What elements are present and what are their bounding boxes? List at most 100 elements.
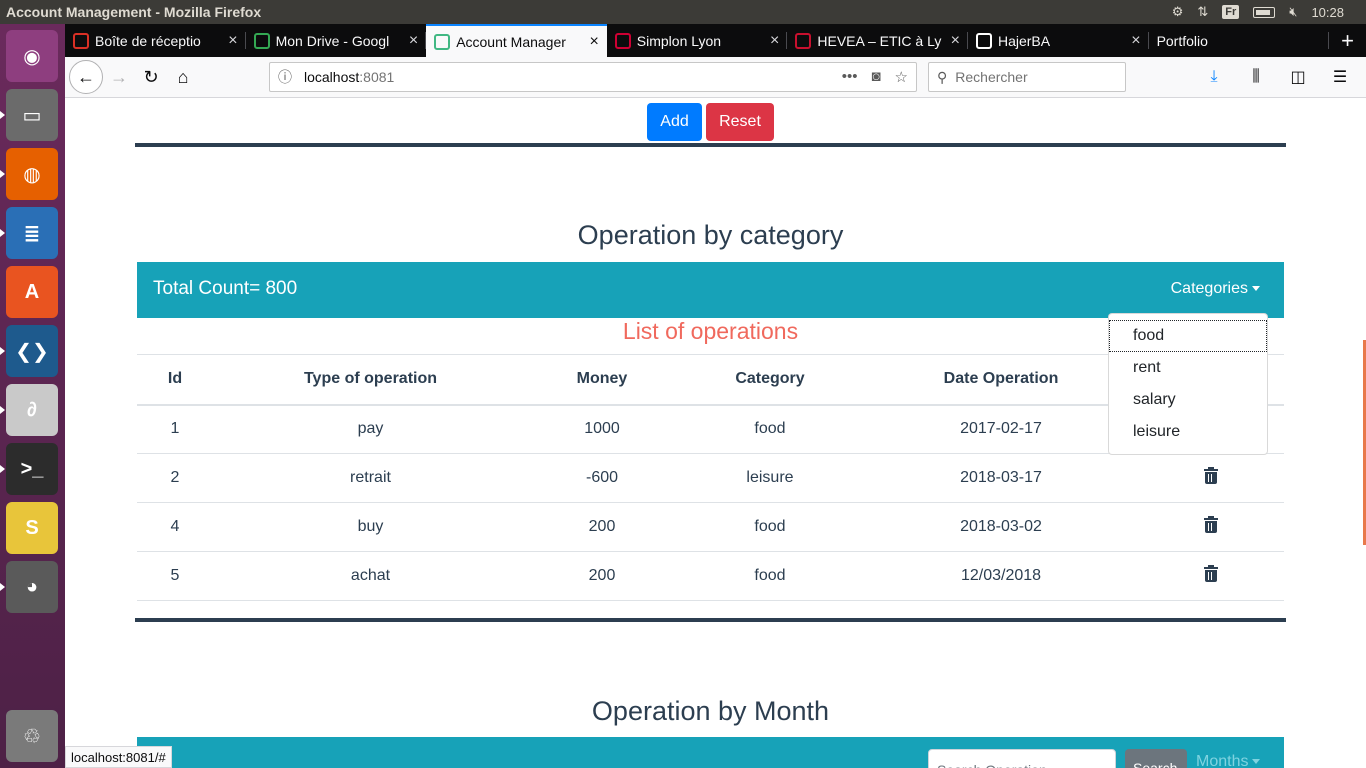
page-actions-icon[interactable]: ••• xyxy=(842,68,858,86)
browser-nav-bar: ← → ↻ ⌂ ⓘ localhost:8081 ••• ◙ ☆ ⚲ Reche… xyxy=(65,57,1366,98)
table-row: 4 buy 200 food 2018-03-02 xyxy=(137,502,1284,552)
browser-tab[interactable]: Portfolio xyxy=(1149,24,1330,57)
month-header-bar: Search Operation Search Months xyxy=(137,737,1284,768)
google-drive-icon xyxy=(253,32,270,49)
clock[interactable]: 10:28 xyxy=(1311,5,1344,20)
vue-icon xyxy=(434,33,451,50)
categories-label: Categories xyxy=(1170,280,1248,297)
categories-dropdown-toggle[interactable]: Categories xyxy=(1171,280,1260,298)
tab-label: Mon Drive - Googl xyxy=(275,32,390,49)
hevea-icon xyxy=(795,32,812,49)
keyboard-layout-indicator[interactable]: Fr xyxy=(1222,5,1240,19)
search-bar[interactable]: ⚲ Rechercher xyxy=(928,62,1126,92)
cell-category: food xyxy=(676,551,864,601)
cell-id: 5 xyxy=(137,551,213,601)
cell-date: 2017-02-17 xyxy=(864,404,1138,454)
browser-tab[interactable]: Boîte de réceptio × xyxy=(65,24,246,57)
browser-tab[interactable]: HEVEA – ETIC à Ly × xyxy=(787,24,968,57)
cell-money: 1000 xyxy=(528,404,676,454)
cell-category: leisure xyxy=(676,453,864,503)
cell-type: pay xyxy=(213,404,528,454)
dropdown-item-rent[interactable]: rent xyxy=(1109,352,1267,384)
pocket-icon[interactable]: ◙ xyxy=(871,68,880,86)
categories-dropdown-menu: food rent salary leisure xyxy=(1108,313,1268,455)
close-tab-icon[interactable]: × xyxy=(589,33,598,51)
battery-icon[interactable] xyxy=(1253,6,1276,18)
months-dropdown-toggle[interactable]: Months xyxy=(1196,753,1261,768)
search-button[interactable]: Search xyxy=(1125,749,1187,768)
network-icon[interactable]: ⇅ xyxy=(1197,4,1208,20)
software-center-icon[interactable]: A xyxy=(6,266,58,318)
cell-date: 2018-03-17 xyxy=(864,453,1138,503)
cell-money: 200 xyxy=(528,551,676,601)
site-info-icon[interactable]: ⓘ xyxy=(278,67,292,87)
gimp-icon[interactable]: ◕ xyxy=(0,561,58,613)
browser-tab-strip: Boîte de réceptio × Mon Drive - Googl × Acco… xyxy=(65,24,1366,57)
vscode-icon[interactable]: ❮❯ xyxy=(0,325,58,377)
close-tab-icon[interactable]: × xyxy=(1131,32,1140,50)
add-button[interactable]: Add xyxy=(647,103,702,141)
tab-label: HEVEA – ETIC à Ly xyxy=(817,32,942,49)
simplon-icon xyxy=(614,32,631,49)
menu-hamburger-icon[interactable]: ☰ xyxy=(1324,61,1356,93)
tab-label: Simplon Lyon xyxy=(636,32,722,49)
browser-tab[interactable]: Mon Drive - Googl × xyxy=(246,24,427,57)
cell-id: 4 xyxy=(137,502,213,552)
downloads-icon[interactable]: ⤓ xyxy=(1198,61,1230,93)
firefox-icon[interactable]: ◍ xyxy=(0,148,58,200)
delete-trash-icon[interactable] xyxy=(1204,515,1218,533)
cell-category: food xyxy=(676,502,864,552)
cell-id: 1 xyxy=(137,404,213,454)
column-header: Id xyxy=(137,354,213,406)
system-top-bar: Account Management - Mozilla Firefox ⚙ ⇅… xyxy=(0,0,1366,24)
cell-type: achat xyxy=(213,551,528,601)
tab-label: Account Manager xyxy=(456,33,566,50)
home-button[interactable]: ⌂ xyxy=(167,61,199,93)
files-icon[interactable]: ▭ xyxy=(0,89,58,141)
window-title: Account Management - Mozilla Firefox xyxy=(6,4,262,20)
close-tab-icon[interactable]: × xyxy=(770,32,779,50)
close-tab-icon[interactable]: × xyxy=(951,32,960,50)
pdf-reader-icon[interactable]: ∂ xyxy=(0,384,58,436)
cell-actions xyxy=(1138,453,1284,503)
dropdown-item-leisure[interactable]: leisure xyxy=(1109,416,1267,448)
forward-button[interactable]: → xyxy=(103,61,135,93)
close-tab-icon[interactable]: × xyxy=(409,32,418,50)
volume-muted-icon[interactable]: 🔇︎ xyxy=(1289,4,1297,20)
close-tab-icon[interactable]: × xyxy=(228,32,237,50)
terminal-icon[interactable]: >_ xyxy=(0,443,58,495)
column-header: Date Operation xyxy=(864,354,1138,406)
bookmark-star-icon[interactable]: ☆ xyxy=(895,68,908,86)
delete-trash-icon[interactable] xyxy=(1204,466,1218,484)
table-row: 5 achat 200 food 12/03/2018 xyxy=(137,551,1284,601)
browser-tab[interactable]: HajerBA × xyxy=(968,24,1149,57)
unity-launcher: ◉ ▭ ◍ ≣ A ❮❯ ∂ >_ S ◕ ♲ xyxy=(0,24,65,768)
search-operation-input[interactable]: Search Operation xyxy=(928,749,1116,768)
back-button[interactable]: ← xyxy=(69,60,103,94)
browser-tab[interactable]: Account Manager × xyxy=(426,24,607,57)
delete-trash-icon[interactable] xyxy=(1204,564,1218,582)
new-tab-button[interactable]: + xyxy=(1329,24,1366,57)
libreoffice-writer-icon[interactable]: ≣ xyxy=(0,207,58,259)
sidebar-icon[interactable]: ◫ xyxy=(1282,61,1314,93)
cell-money: -600 xyxy=(528,453,676,503)
month-section-title: Operation by Month xyxy=(591,696,830,726)
url-bar[interactable]: ⓘ localhost:8081 ••• ◙ ☆ xyxy=(269,62,917,92)
slack-icon[interactable]: S xyxy=(6,502,58,554)
reset-button[interactable]: Reset xyxy=(706,103,774,141)
reload-button[interactable]: ↻ xyxy=(135,61,167,93)
cell-type: retrait xyxy=(213,453,528,503)
months-label: Months xyxy=(1196,753,1249,768)
browser-tab[interactable]: Simplon Lyon × xyxy=(607,24,788,57)
column-header: Category xyxy=(676,354,864,406)
trash-icon[interactable]: ♲ xyxy=(6,710,58,762)
url-host: localhost xyxy=(304,69,360,85)
ubuntu-dash-icon[interactable]: ◉ xyxy=(6,30,58,82)
dropdown-item-salary[interactable]: salary xyxy=(1109,384,1267,416)
library-icon[interactable]: ⫼ xyxy=(1240,61,1272,93)
dropdown-item-food[interactable]: food xyxy=(1109,320,1267,352)
settings-gear-icon[interactable]: ⚙ xyxy=(1172,4,1184,20)
tab-label: Portfolio xyxy=(1156,32,1208,49)
category-section-title: Operation by category xyxy=(577,220,844,250)
total-count: Total Count= 800 xyxy=(153,278,298,299)
